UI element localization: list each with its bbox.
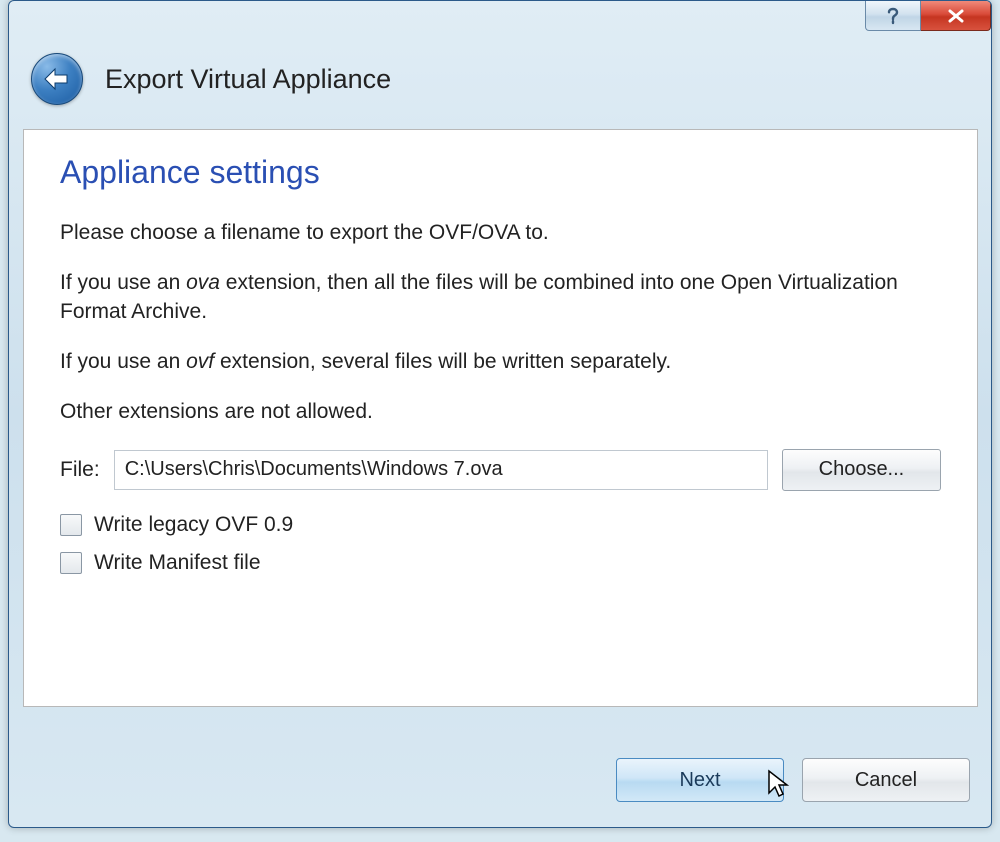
file-row: File: Choose... [60, 449, 941, 491]
titlebar [9, 1, 991, 37]
legacy-ovf-checkbox[interactable] [60, 514, 82, 536]
titlebar-buttons [865, 1, 991, 31]
content-panel: Appliance settings Please choose a filen… [23, 129, 978, 707]
instruction-ovf-post: extension, several files will be written… [214, 350, 671, 373]
legacy-ovf-label: Write legacy OVF 0.9 [94, 513, 293, 537]
window-frame: Export Virtual Appliance Appliance setti… [8, 0, 992, 828]
back-button[interactable] [31, 53, 83, 105]
instruction-ova: If you use an ova extension, then all th… [60, 269, 941, 326]
manifest-checkbox[interactable] [60, 552, 82, 574]
header: Export Virtual Appliance [9, 37, 991, 127]
instruction-ova-pre: If you use an [60, 271, 186, 294]
next-button[interactable]: Next [616, 758, 784, 802]
instruction-ovf-em: ovf [186, 350, 214, 373]
section-heading: Appliance settings [60, 154, 941, 191]
footer: Next Cancel [23, 751, 978, 809]
checkbox-row-manifest: Write Manifest file [60, 551, 941, 575]
cancel-button[interactable]: Cancel [802, 758, 970, 802]
wizard-title: Export Virtual Appliance [105, 64, 391, 95]
file-path-input[interactable] [114, 450, 768, 490]
instruction-ovf: If you use an ovf extension, several fil… [60, 348, 941, 376]
file-label: File: [60, 458, 100, 482]
manifest-label: Write Manifest file [94, 551, 261, 575]
choose-button[interactable]: Choose... [782, 449, 941, 491]
checkbox-row-legacy: Write legacy OVF 0.9 [60, 513, 941, 537]
instruction-filename: Please choose a filename to export the O… [60, 219, 941, 247]
help-button[interactable] [865, 1, 921, 31]
instruction-ovf-pre: If you use an [60, 350, 186, 373]
close-button[interactable] [921, 1, 991, 31]
instruction-ova-em: ova [186, 271, 220, 294]
help-icon [884, 7, 902, 25]
close-icon [945, 8, 967, 24]
back-arrow-icon [41, 66, 73, 92]
instruction-other: Other extensions are not allowed. [60, 398, 941, 426]
